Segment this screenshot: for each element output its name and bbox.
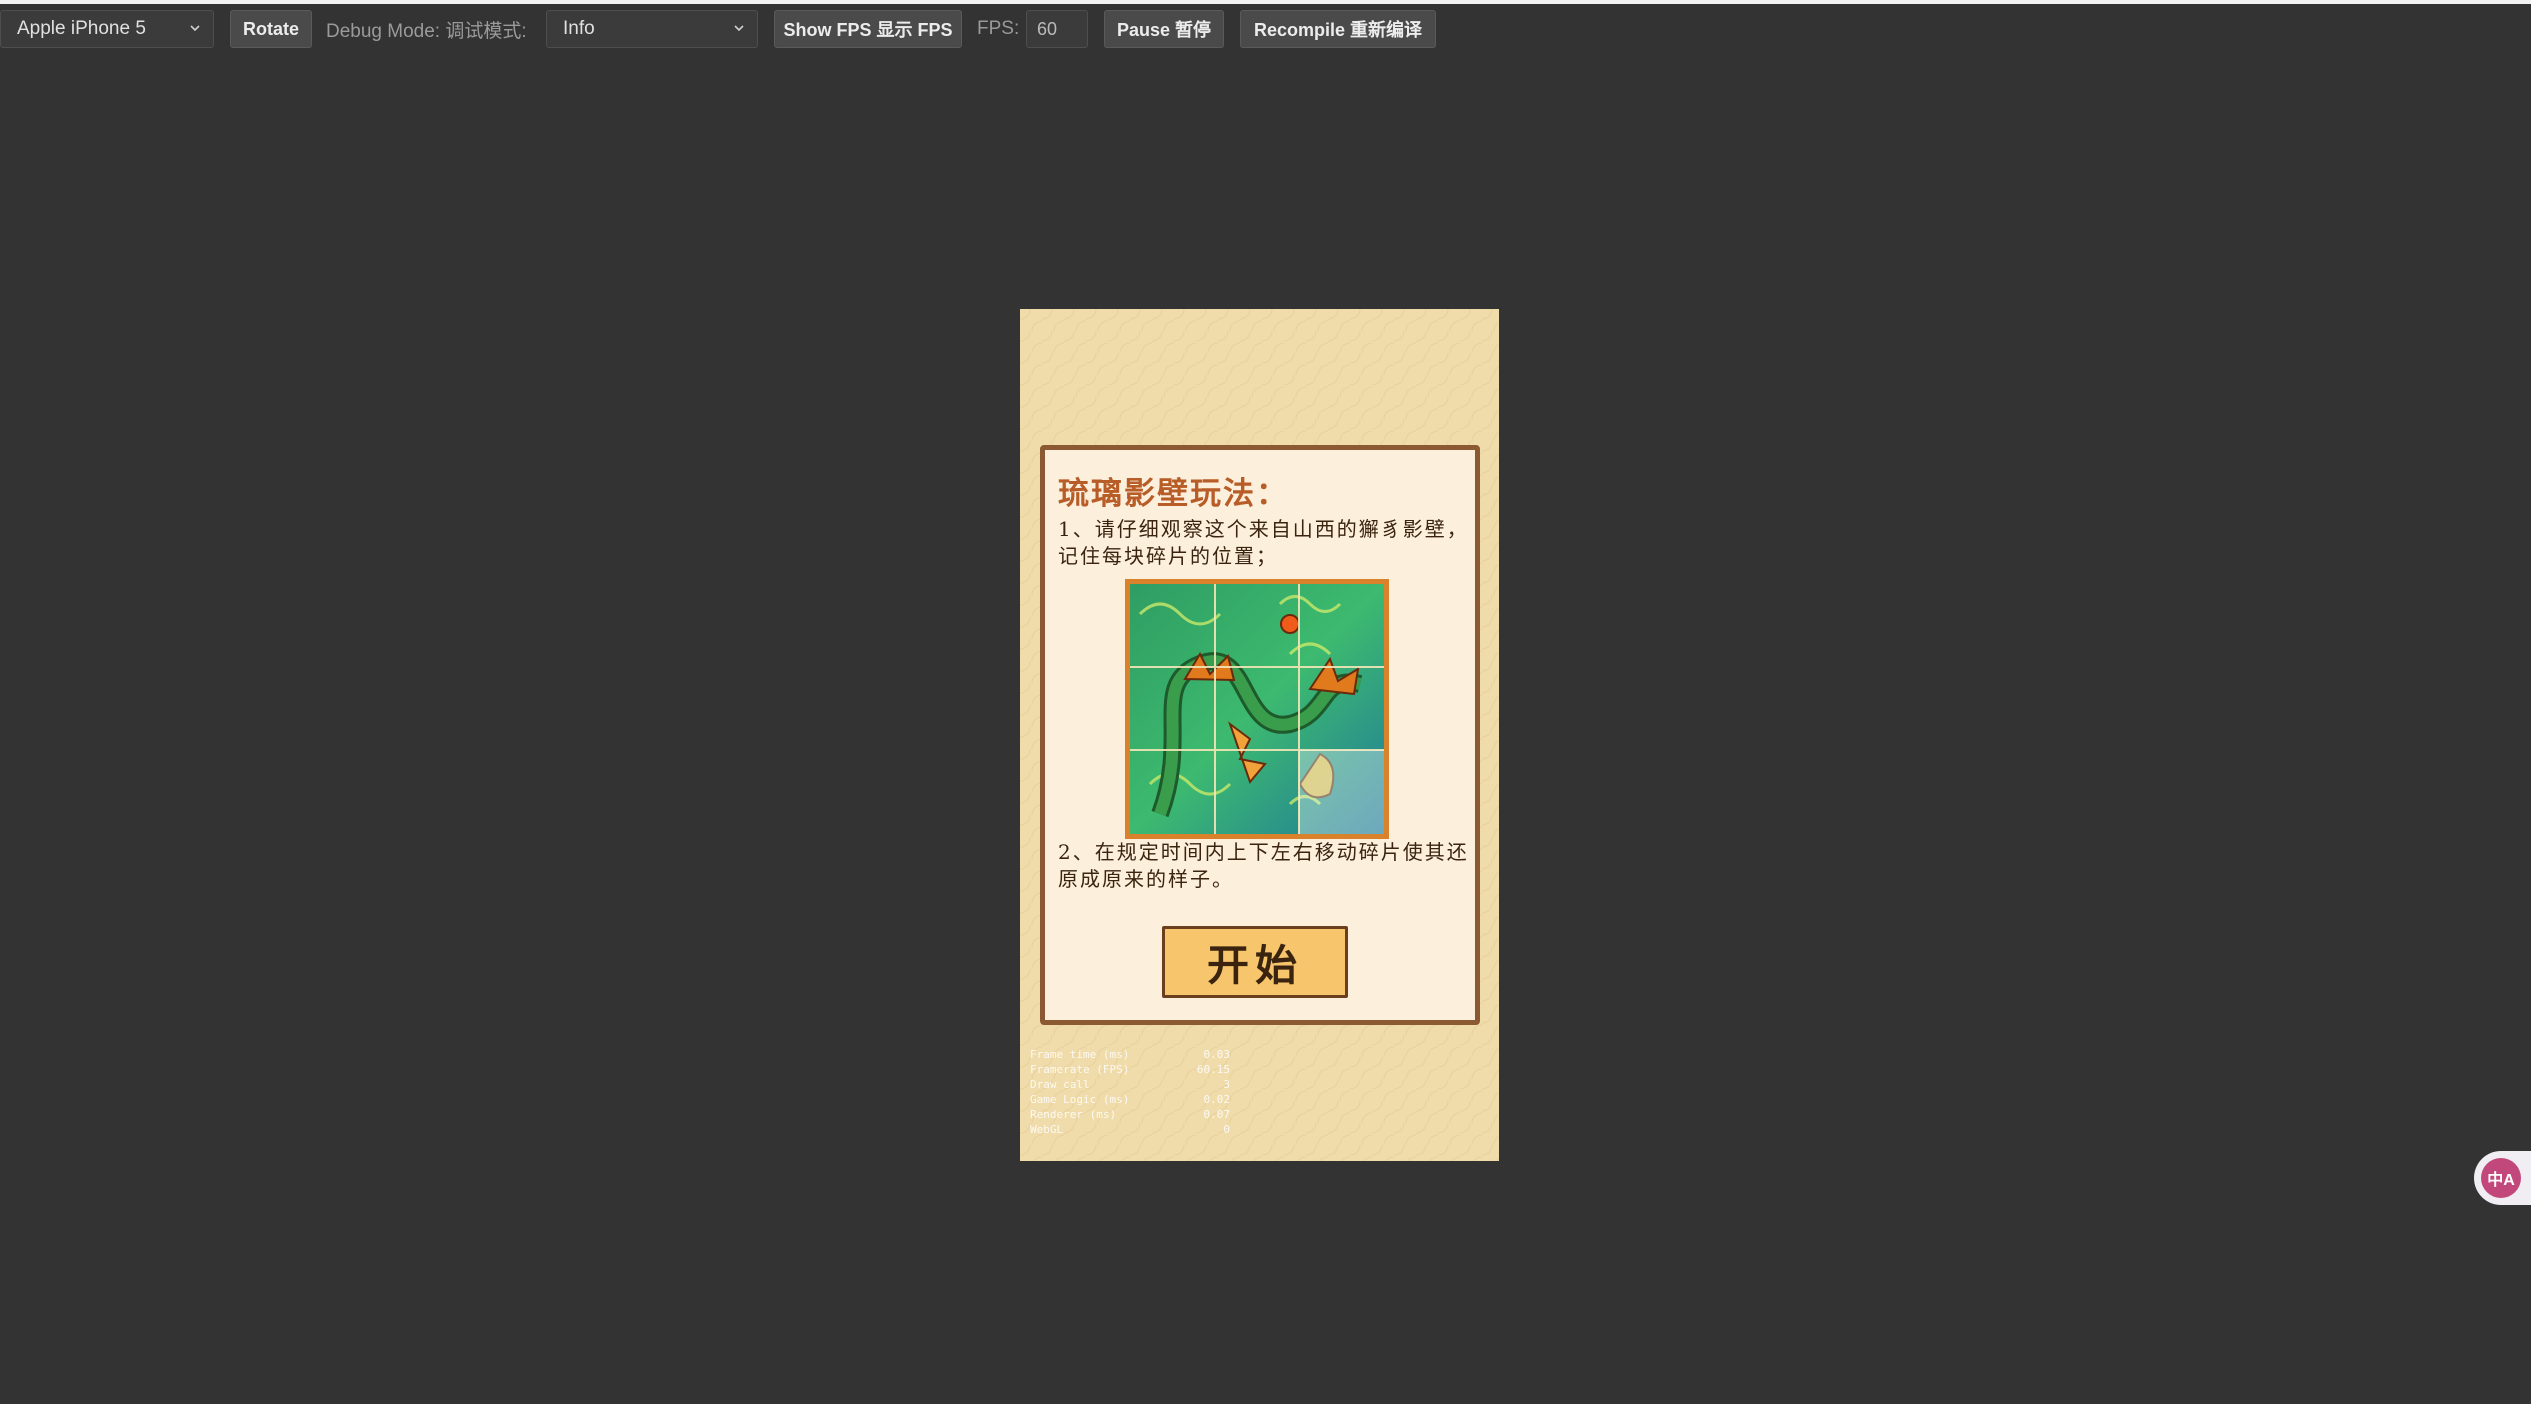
rotate-button[interactable]: Rotate [230,10,312,48]
window-top-strip [0,0,2531,4]
debug-level-select[interactable]: Info [546,10,758,48]
panel-title: 琉璃影壁玩法： [1058,476,1289,512]
stat-row: WebGL 0 [1030,1123,1230,1136]
chevron-down-icon [734,25,744,32]
chevron-down-icon [190,25,200,32]
recompile-button[interactable]: Recompile 重新编译 [1240,10,1436,48]
puzzle-preview-image [1125,579,1389,839]
dragon-tile-picture [1130,584,1384,834]
stat-row: Frame time (ms) 0.03 [1030,1048,1230,1061]
device-select-value: Apple iPhone 5 [17,18,146,39]
instructions-panel: 琉璃影壁玩法： 1、请仔细观察这个来自山西的獬豸影壁，记住每块碎片的位置； 2、… [1040,445,1480,1025]
show-fps-button[interactable]: Show FPS 显示 FPS [774,10,962,48]
translate-widget[interactable]: 中A [2474,1151,2531,1205]
fps-label: FPS: [977,18,1020,39]
debug-mode-label: Debug Mode: 调试模式: [326,20,527,42]
pause-button[interactable]: Pause 暂停 [1104,10,1224,48]
fps-input[interactable]: 60 [1026,10,1088,48]
stat-row: Renderer (ms) 0.07 [1030,1108,1230,1121]
debug-level-value: Info [563,18,595,39]
stat-row: Framerate (FPS) 60.15 [1030,1063,1230,1076]
stat-row: Draw call 3 [1030,1078,1230,1091]
game-canvas[interactable]: 琉璃影壁玩法： 1、请仔细观察这个来自山西的獬豸影壁，记住每块碎片的位置； 2、… [1020,309,1499,1161]
translate-icon: 中A [2481,1158,2521,1198]
rule-1-text: 1、请仔细观察这个来自山西的獬豸影壁，记住每块碎片的位置； [1058,517,1469,568]
start-button[interactable]: 开始 [1162,926,1348,998]
rule-2-text: 2、在规定时间内上下左右移动碎片使其还原成原来的样子。 [1058,840,1469,891]
debug-stats-overlay: Frame time (ms) 0.03 Framerate (FPS) 60.15… [1030,1047,1230,1137]
stat-row: Game Logic (ms) 0.02 [1030,1093,1230,1106]
device-select[interactable]: Apple iPhone 5 [0,10,214,48]
